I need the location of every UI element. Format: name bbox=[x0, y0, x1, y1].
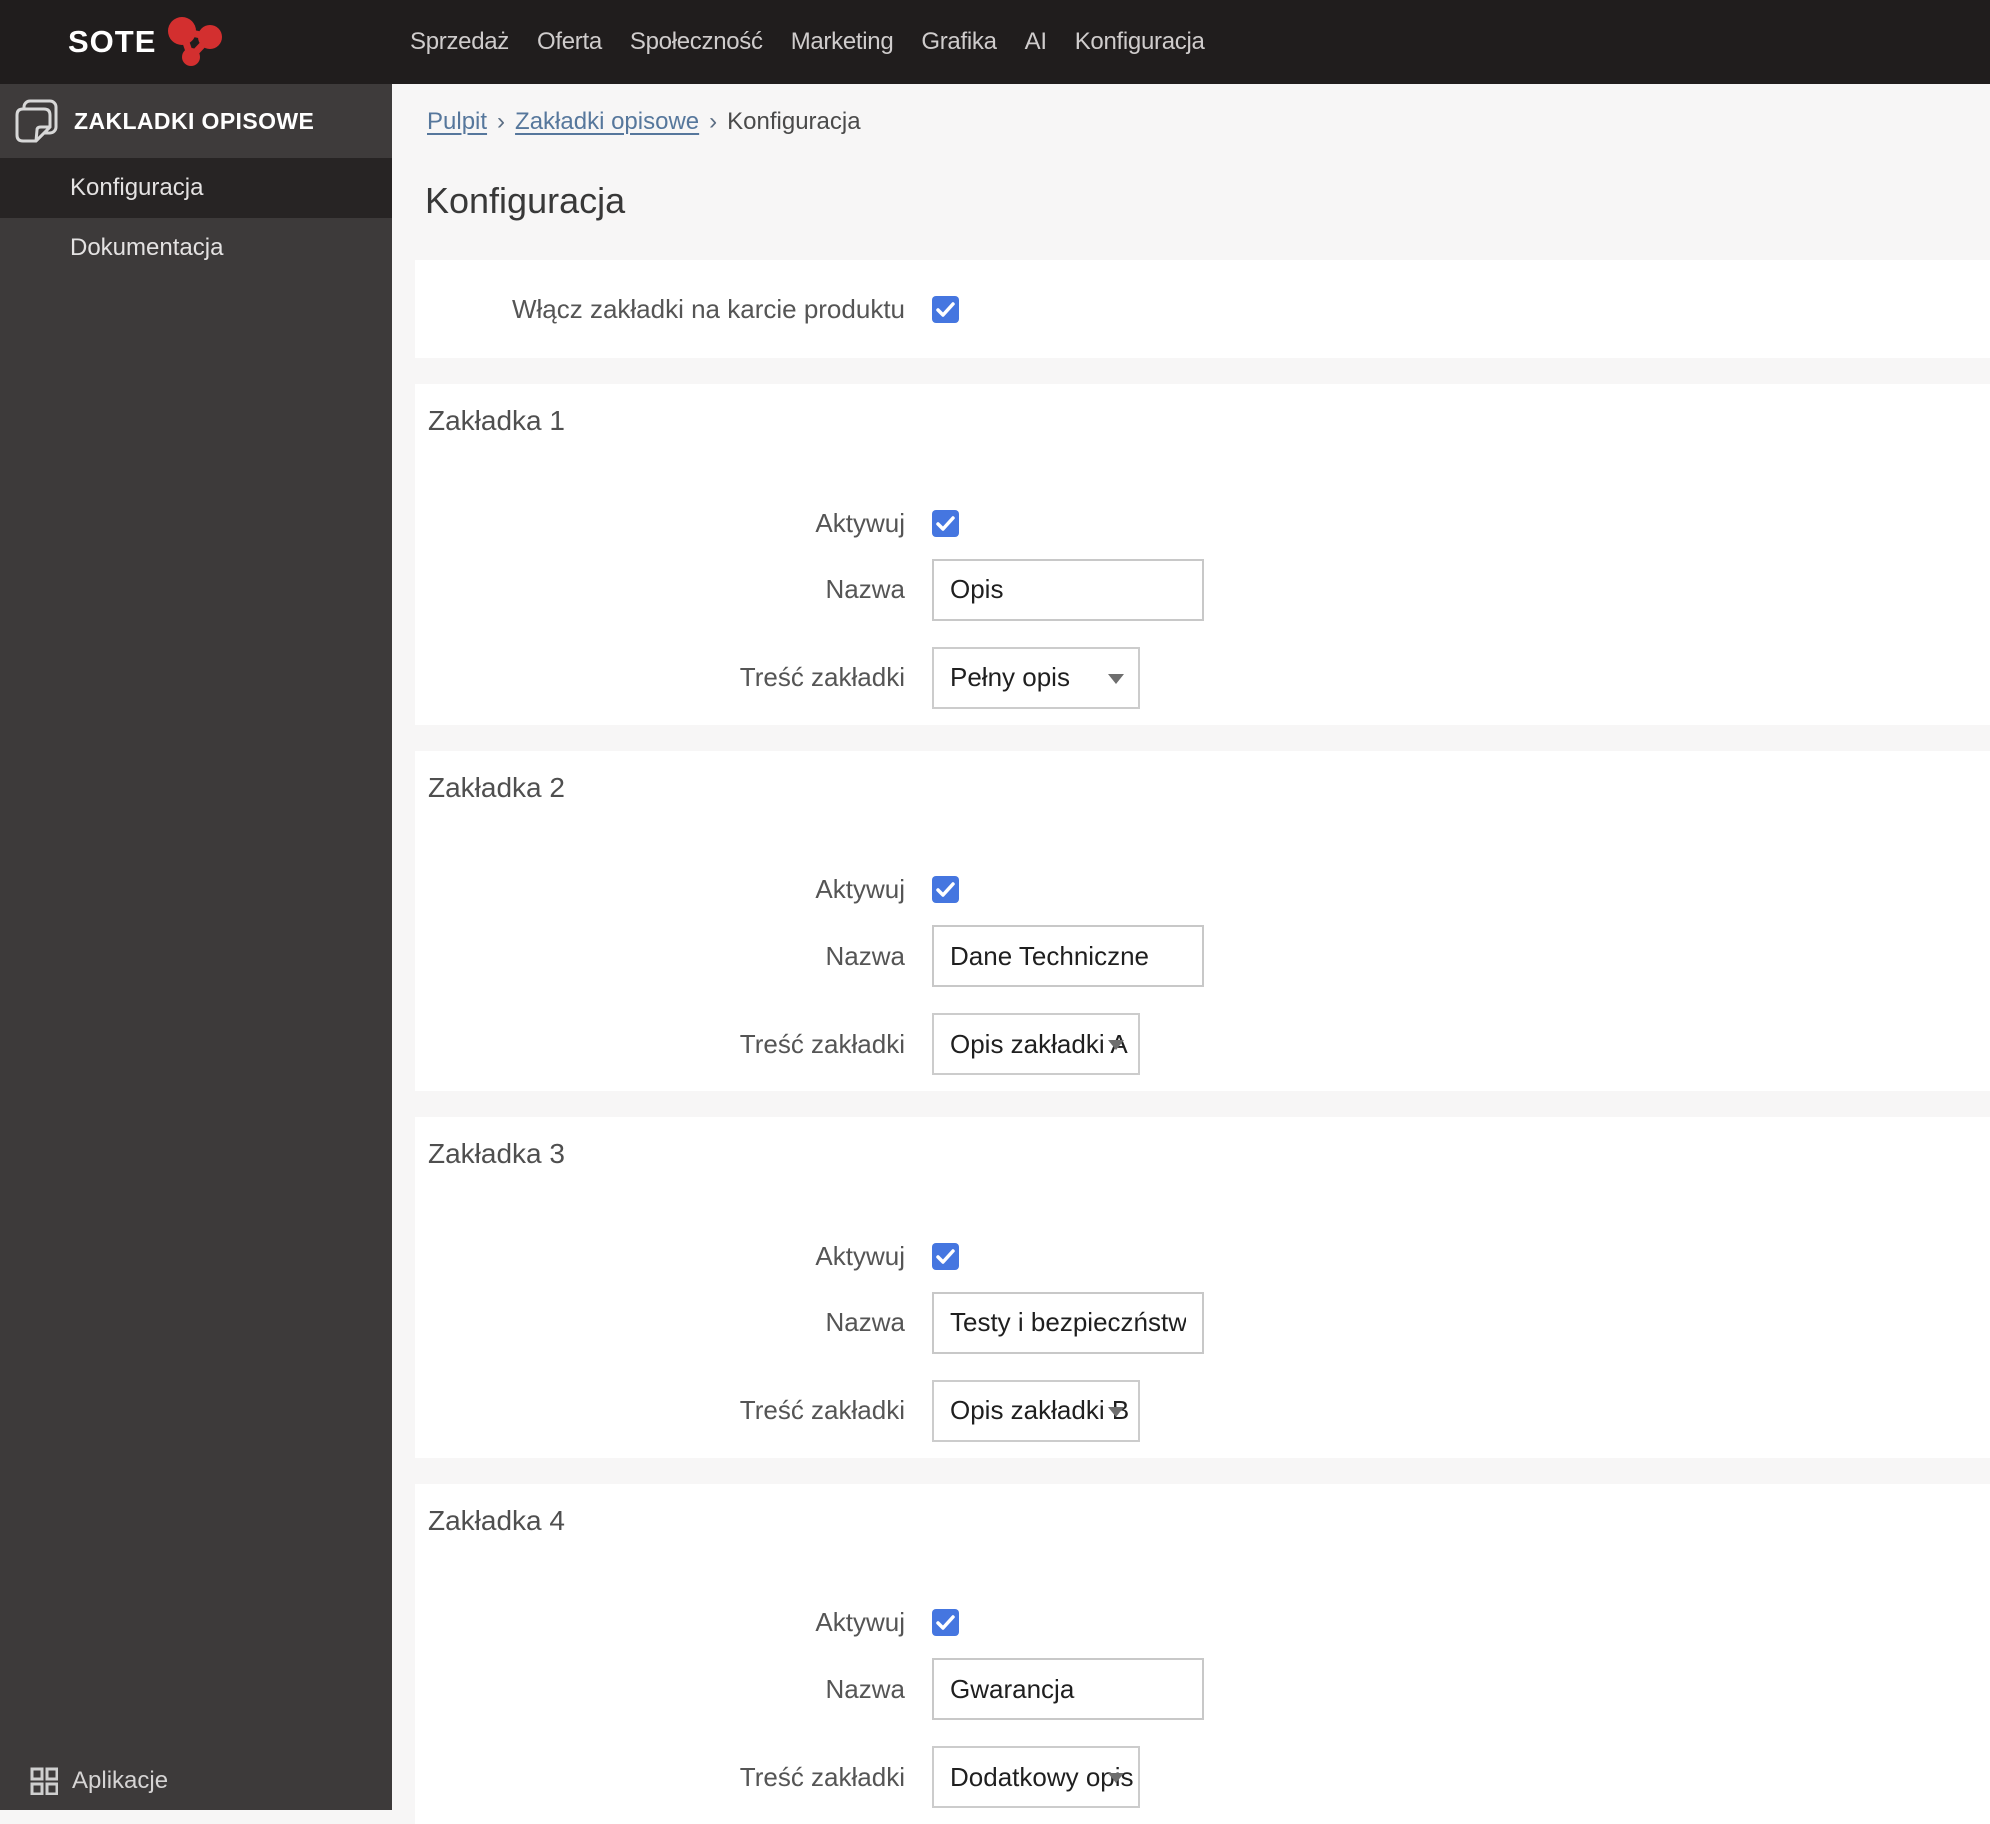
master-enable-checkbox[interactable] bbox=[932, 295, 959, 323]
top-navbar: SOTE Sprzedaż Oferta Społeczność Marketi… bbox=[0, 0, 1990, 84]
nav-item-ai[interactable]: AI bbox=[1025, 28, 1047, 56]
content-row: Treść zakładki Dodatkowy opis bbox=[415, 1746, 1990, 1809]
content-label: Treść zakładki bbox=[739, 662, 905, 693]
name-label: Nazwa bbox=[825, 1307, 905, 1338]
sote-logo-text: SOTE bbox=[68, 24, 157, 59]
tabs-module-icon bbox=[15, 99, 58, 143]
sidebar-item-dokumentacja[interactable]: Dokumentacja bbox=[0, 218, 392, 278]
sidebar-apps-button[interactable]: Aplikacje bbox=[0, 1752, 392, 1810]
active-label: Aktywuj bbox=[815, 1607, 905, 1638]
tab3-name-input[interactable] bbox=[932, 1291, 1204, 1354]
active-label: Aktywuj bbox=[815, 874, 905, 905]
content-label: Treść zakładki bbox=[739, 1761, 905, 1792]
breadcrumb-current: Konfiguracja bbox=[727, 108, 861, 135]
sote-molecule-icon bbox=[168, 17, 223, 66]
breadcrumb-separator: › bbox=[497, 108, 506, 135]
chevron-down-icon bbox=[1108, 1773, 1124, 1784]
name-row: Nazwa bbox=[415, 558, 1990, 621]
chevron-down-icon bbox=[1108, 673, 1124, 684]
sidebar-module-header: ZAKLADKI OPISOWE bbox=[0, 84, 392, 158]
checkmark-icon bbox=[936, 882, 955, 897]
content-row: Treść zakładki Opis zakładki A bbox=[415, 1013, 1990, 1076]
nav-item-konfiguracja[interactable]: Konfiguracja bbox=[1075, 28, 1205, 56]
tab-card-heading: Zakładka 4 bbox=[428, 1504, 565, 1536]
tab3-active-checkbox[interactable] bbox=[932, 1242, 959, 1270]
breadcrumb-separator: › bbox=[709, 108, 718, 135]
tab-card-2: Zakładka 2 Aktywuj Nazwa Treść zakładki … bbox=[415, 750, 1990, 1092]
name-label: Nazwa bbox=[825, 1673, 905, 1704]
tab-card-heading: Zakładka 3 bbox=[428, 1138, 565, 1170]
nav-item-oferta[interactable]: Oferta bbox=[537, 28, 602, 56]
tab2-content-select-value: Opis zakładki A bbox=[950, 1028, 1128, 1059]
breadcrumb-link-zakladki-opisowe[interactable]: Zakładki opisowe bbox=[515, 108, 699, 135]
tab4-active-checkbox[interactable] bbox=[932, 1609, 959, 1637]
sidebar-apps-label: Aplikacje bbox=[72, 1767, 169, 1794]
page-title: Konfiguracja bbox=[425, 180, 626, 221]
chevron-down-icon bbox=[1108, 1406, 1124, 1417]
name-row: Nazwa bbox=[415, 925, 1990, 988]
content-label: Treść zakładki bbox=[739, 1028, 905, 1059]
main-menu: Sprzedaż Oferta Społeczność Marketing Gr… bbox=[410, 0, 1205, 84]
tab-card-heading: Zakładka 1 bbox=[428, 405, 565, 436]
name-label: Nazwa bbox=[825, 940, 905, 971]
active-row: Aktywuj bbox=[415, 1241, 1990, 1272]
checkmark-icon bbox=[936, 1249, 955, 1264]
active-row: Aktywuj bbox=[415, 508, 1990, 539]
nav-item-spolecznosc[interactable]: Społeczność bbox=[630, 28, 763, 56]
active-row: Aktywuj bbox=[415, 874, 1990, 905]
tab-card-4: Zakładka 4 Aktywuj Nazwa Treść zakładki … bbox=[415, 1483, 1990, 1824]
name-row: Nazwa bbox=[415, 1291, 1990, 1354]
tab1-name-input[interactable] bbox=[932, 558, 1204, 621]
name-row: Nazwa bbox=[415, 1658, 1990, 1721]
tab3-content-select[interactable]: Opis zakładki B bbox=[932, 1379, 1140, 1442]
tab2-name-input[interactable] bbox=[932, 925, 1204, 988]
master-enable-label: Włącz zakładki na karcie produktu bbox=[511, 293, 905, 324]
tab-card-3: Zakładka 3 Aktywuj Nazwa Treść zakładki … bbox=[415, 1117, 1990, 1458]
tab1-content-select[interactable]: Pełny opis bbox=[932, 646, 1140, 709]
content-row: Treść zakładki Pełny opis bbox=[415, 646, 1990, 709]
sidebar: ZAKLADKI OPISOWE Konfiguracja Dokumentac… bbox=[0, 84, 392, 1810]
tab1-content-select-value: Pełny opis bbox=[950, 662, 1070, 693]
tab2-content-select[interactable]: Opis zakładki A bbox=[932, 1013, 1140, 1076]
active-label: Aktywuj bbox=[815, 1240, 905, 1271]
main-content: Pulpit › Zakładki opisowe › Konfiguracja Kon… bbox=[392, 84, 1990, 1824]
content-label: Treść zakładki bbox=[739, 1395, 905, 1426]
sidebar-module-title: ZAKLADKI OPISOWE bbox=[74, 107, 315, 134]
tab4-name-input[interactable] bbox=[932, 1658, 1204, 1721]
tab-card-heading: Zakładka 2 bbox=[428, 771, 565, 803]
checkmark-icon bbox=[936, 1615, 955, 1631]
tab2-active-checkbox[interactable] bbox=[932, 876, 959, 904]
master-settings-card: Włącz zakładki na karcie produktu bbox=[415, 260, 1990, 358]
tab3-content-select-value: Opis zakładki B bbox=[950, 1395, 1130, 1426]
checkmark-icon bbox=[936, 301, 955, 317]
nav-item-sprzedaz[interactable]: Sprzedaż bbox=[410, 28, 509, 56]
content-row: Treść zakładki Opis zakładki B bbox=[415, 1379, 1990, 1442]
name-label: Nazwa bbox=[825, 574, 905, 605]
tab4-content-select-value: Dodatkowy opis bbox=[950, 1761, 1134, 1792]
sote-logo[interactable]: SOTE bbox=[68, 0, 224, 84]
nav-item-grafika[interactable]: Grafika bbox=[921, 28, 997, 56]
checkmark-icon bbox=[936, 515, 955, 531]
nav-item-marketing[interactable]: Marketing bbox=[791, 28, 894, 56]
breadcrumb-link-pulpit[interactable]: Pulpit bbox=[427, 108, 487, 135]
sidebar-item-konfiguracja[interactable]: Konfiguracja bbox=[0, 158, 392, 218]
tab-card-1: Zakładka 1 Aktywuj Nazwa Treść zakładki … bbox=[415, 384, 1990, 725]
active-label: Aktywuj bbox=[815, 507, 905, 538]
chevron-down-icon bbox=[1108, 1040, 1124, 1051]
apps-grid-icon bbox=[30, 1767, 58, 1795]
breadcrumb: Pulpit › Zakładki opisowe › Konfiguracja bbox=[427, 108, 1990, 136]
tab1-active-checkbox[interactable] bbox=[932, 509, 959, 537]
active-row: Aktywuj bbox=[415, 1607, 1990, 1638]
master-enable-row: Włącz zakładki na karcie produktu bbox=[415, 294, 1990, 325]
tab4-content-select[interactable]: Dodatkowy opis bbox=[932, 1746, 1140, 1809]
